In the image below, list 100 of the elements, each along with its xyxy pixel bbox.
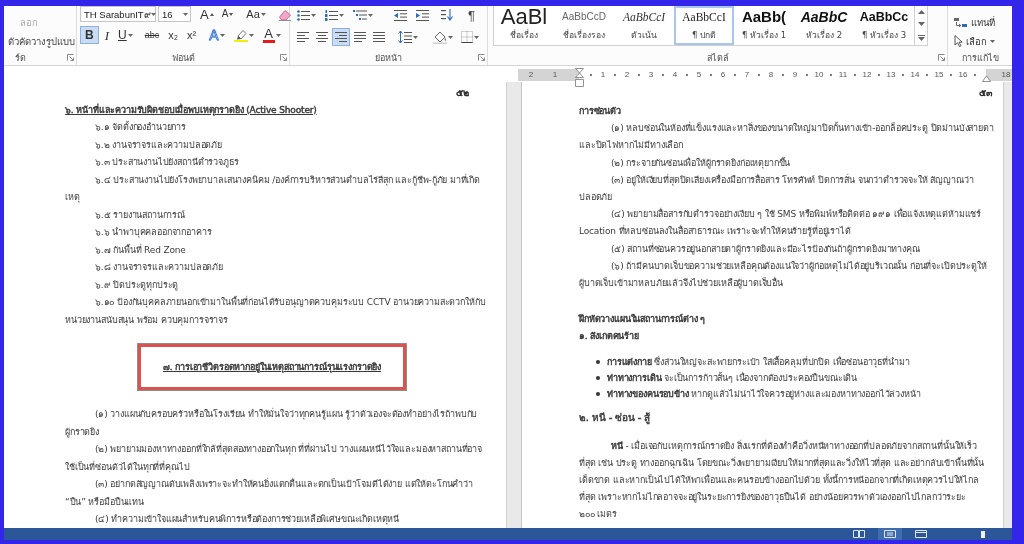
paint-bucket-icon <box>433 30 447 44</box>
sub-button[interactable]: x₂ <box>165 26 181 44</box>
body-paragraph: (๒) พยายามมองหาทางออกที่ใกล้ที่สุดสองทางออกในทุก ที่ที่ผ่านไป วางแผนหนีไว้ใจและมองหาสถานที่อาจ ใช้เป็นที่ซ่อนตัวได้ในทุกที่ที่คุณไป <box>65 442 482 475</box>
dialog-launcher-icon[interactable] <box>279 54 287 61</box>
style-option[interactable]: AaBl ชื่อเรื่อง <box>494 6 554 45</box>
align-center-icon <box>316 32 328 42</box>
caret-up-icon <box>209 12 214 16</box>
sup-button[interactable]: x² <box>184 26 200 44</box>
caret-icon <box>413 35 418 39</box>
show-marks-button[interactable]: ¶ <box>465 6 478 24</box>
caret-icon <box>183 12 188 16</box>
format-painter-button[interactable]: ตัวคัดวางรูปแบบ <box>8 34 75 50</box>
subheading: ๑. สังเกตคนร้าย <box>579 330 639 344</box>
select-button[interactable]: เลือก <box>954 34 995 48</box>
view-button[interactable] <box>878 528 902 540</box>
caret-icon <box>448 35 453 39</box>
align-justify-icon <box>354 32 366 42</box>
ruler-number: 12 <box>861 69 873 81</box>
style-option[interactable]: AaBbCcI ¶ ปกติ <box>674 6 734 45</box>
caret-icon <box>368 13 373 17</box>
style-option[interactable]: AaBbCcI ตัวเน้น <box>614 6 674 45</box>
body-paragraph: ๖.๑ จัดตั้งกองอำนวยการ <box>94 120 187 134</box>
ruler-number: 3 <box>647 69 655 81</box>
borders-button[interactable] <box>458 28 482 46</box>
body-paragraph: ๖.๘ งานจราจรและความปลอดภัย <box>94 261 223 274</box>
ruler-number: 11 <box>837 69 849 81</box>
style-option[interactable]: AaBb( ¶ หัวเรื่อง 1 <box>734 6 794 45</box>
align-left-icon <box>297 32 309 42</box>
bullet-icon <box>596 391 600 396</box>
italic-button[interactable]: I <box>101 26 112 44</box>
indent-marker-icon[interactable] <box>574 68 584 87</box>
font-name-dropdown[interactable]: TH SarabunIT๙ <box>80 6 156 22</box>
underline-button[interactable]: U <box>115 26 136 44</box>
indent-icon <box>416 9 429 21</box>
caret-icon <box>311 13 316 17</box>
body-paragraph: (๑) หลบซ่อนในห้องที่แข็งแรงและหาสิ่งของขนาดใหญ่มาปิดกั้นทางเข้า-ออกล็อคประตู ปิดม่านบังสายตา และปิดไฟหากไม่มีทางเลือก <box>579 121 994 153</box>
outdent-icon <box>394 9 407 21</box>
body-paragraph: (๔) พยายามสื่อสารกับตำรวจอย่างเงียบ ๆ ใช้ SMS หรือพิมพ์หรือติดต่อ ๑๙๑ เพื่อแจ้งเหตุแต่ห้ามแชร์ Location ที่หลบซ่อนลงในสื่อสาธารณะ เพราะจะทำให้คนร้ายรู้ที่อยู่เราได้ <box>579 207 982 239</box>
grow-font-button[interactable]: A <box>197 5 217 23</box>
replace-icon <box>954 16 968 28</box>
group-label: ร์ด <box>15 51 26 64</box>
style-option[interactable]: AaBbC หัวเรื่อง 2 <box>794 6 854 45</box>
cursor-arrow-icon <box>954 35 963 47</box>
scroll-up-icon[interactable] <box>917 10 925 15</box>
page-number: ๕๓ <box>979 86 992 99</box>
ruler-number: 13 <box>885 69 897 81</box>
align-right-icon <box>335 32 347 42</box>
ruler-number: 5 <box>695 69 703 81</box>
ruler-number: 16 <box>957 69 969 81</box>
body-paragraph: ๖.๙ ปิดประตูทุกประตู <box>94 278 179 293</box>
body-paragraph: (๖) ถ้ามีคนบาดเจ็บขอความช่วยเหลือคุณต้องแน่ใจว่าผู้ก่อเหตุไม่ได้อยู่บริเวณนั้น ก่อนที่จะเปิดประตูให้ ผู้บาดเจ็บเข้ามาหลบภัยแล้วจึงไปช่วยเหลือผู้บาดเจ็บอื่น <box>579 259 987 291</box>
bullet-text: ท่าทางของคนรอบข้าง หากดูแล้วไม่น่าไว้ใจควรอยู่ห่างและมองหาทางออกไว้ล่วงหน้า <box>607 387 921 402</box>
section-title: ฝึกหัดวางแผนในสถานการณ์ต่าง ๆ <box>579 313 706 327</box>
ruler-number: 7 <box>743 69 751 81</box>
expand-gallery-icon[interactable] <box>917 34 925 41</box>
ruler-number: 1 <box>551 69 559 81</box>
body-paragraph: (๔) ทำความเข้าใจแผนสำหรับคนพิการหรือต้องการช่วยเหลือพิเศษขณะเกิดเหตุหนี <box>94 513 400 527</box>
caret-icon <box>275 33 281 37</box>
dialog-launcher-icon[interactable] <box>477 54 485 61</box>
dialog-launcher-icon[interactable] <box>937 54 945 61</box>
callout-heading: ๗. การเอาชีวิตรอดหากอยู่ในเหตุสถานการณ์รุนแรงกราดยิง <box>162 361 382 374</box>
caret-icon <box>127 33 133 37</box>
group-label: ฟอนต์ <box>171 51 195 64</box>
style-option[interactable]: AaBbCcD ชื่อเรื่องรอง <box>554 6 614 45</box>
scroll-down-icon[interactable] <box>917 22 925 27</box>
align-distributed-icon <box>373 32 385 42</box>
caret-icon <box>260 12 266 16</box>
body-paragraph: (๓) อยู่ให้เงียบที่สุดปิดเสียงเครื่องมือการสื่อสาร โทรศัพท์ ปิดการสั่น จนกว่าตำรวจจะให้ สัญญาณว่า ปลอดภัย <box>579 173 974 204</box>
line-spacing-button[interactable] <box>395 28 421 46</box>
body-paragraph: ๖.๓ ประสานงานไปยังสถานีตำรวจภูธร <box>94 156 239 170</box>
font-size-dropdown[interactable]: 16 <box>158 6 191 22</box>
body-paragraph: ๖.๑๐ ป้องกันบุคคลภายนอกเข้ามาในพื้นที่ก่อนได้รับอนุญาตควบคุมระบบ CCTV อานวยความสะดวกให้กับ หน่วยงานสนับสนุน พร้อม ควบคุมการจราจร <box>65 295 486 328</box>
eraser-icon <box>277 7 292 21</box>
align-button[interactable] <box>332 28 350 46</box>
shrink-font-button[interactable]: A <box>218 5 237 23</box>
ruler-number: 15 <box>933 69 945 81</box>
topic-heading: ๒. หนี - ซ่อน - สู้ <box>579 410 651 426</box>
bullet-list-icon <box>297 9 310 21</box>
web-layout-icon <box>915 530 927 538</box>
change-case-button[interactable]: Aa <box>243 5 269 23</box>
page-icon <box>884 530 896 538</box>
line-spacing-icon <box>398 31 412 43</box>
style-option[interactable]: AaBbCc ¶ หัวเรื่อง 3 <box>854 6 914 45</box>
body-paragraph: ๖.๒ งานจราจรและความปลอดภัย <box>94 138 222 152</box>
highlighter-icon <box>233 28 248 42</box>
replace-button[interactable]: แทนที่ <box>954 15 995 29</box>
caret-down-icon <box>229 12 234 16</box>
border-grid-icon <box>461 31 473 43</box>
strike-button[interactable]: abc <box>141 26 163 44</box>
group-label: สไตล์ <box>706 51 729 64</box>
body-paragraph: ๖.๔ ประสานงานไปยังโรงพยาบาลเสนางคนิคม /องค์การบริหารส่วนตำบลไร่สีสุก และกู้ชีพ-กู้ภัย มาที่เกิด เหตุ <box>65 173 481 205</box>
bullet-text: การแต่งกาย ซึ่งส่วนใหญ่จะสะพายกระเป๋า ใส่เสื้อคลุมที่ปกปิด เพื่อซ่อนอาวุธที่นำมา <box>607 355 910 370</box>
bold-button[interactable]: B <box>80 26 99 44</box>
ruler-number: 14 <box>909 69 921 81</box>
body-paragraph: หนี - เมื่อเจอกับเหตุการณ์กราดยิง สิ่งแรกที่ต้องทำคือวิ่งหนีหาทางออกที่ปลอดภัยจากสถานที่นั้นให้เร็ว ที่สุด เช่น ประตู ทางออกฉุกเฉิน โดยขณะวิ่งพยายามเงียบให้มากที่สุดและวิ่งให้ไวที่สุด และอย่ากลับเข้าพื้นที่นั้น เด็ดขาด และหากเป็นไปได้ให้พาเพื่อนและคนรอบข้างออกไปด้วย ทั้งนี้การหนีออกจากที่เกิดเหตุควรไปให้ไกล ที่สุด เพราะหากไม่ไกลอาจจะอยู่ในระยะการยิงของอาวุธปืนได้ อย่างน้อยควรพาตัวเองออกไปไกลกว่าระยะ ๒๐๐ เมตร <box>579 439 985 522</box>
font-color-button[interactable]: A <box>259 26 284 44</box>
slider-thumb-icon[interactable] <box>981 530 985 538</box>
dialog-launcher-icon[interactable] <box>66 54 74 61</box>
ruler-number: 2 <box>527 69 535 81</box>
multilevel-list-icon <box>353 9 367 21</box>
